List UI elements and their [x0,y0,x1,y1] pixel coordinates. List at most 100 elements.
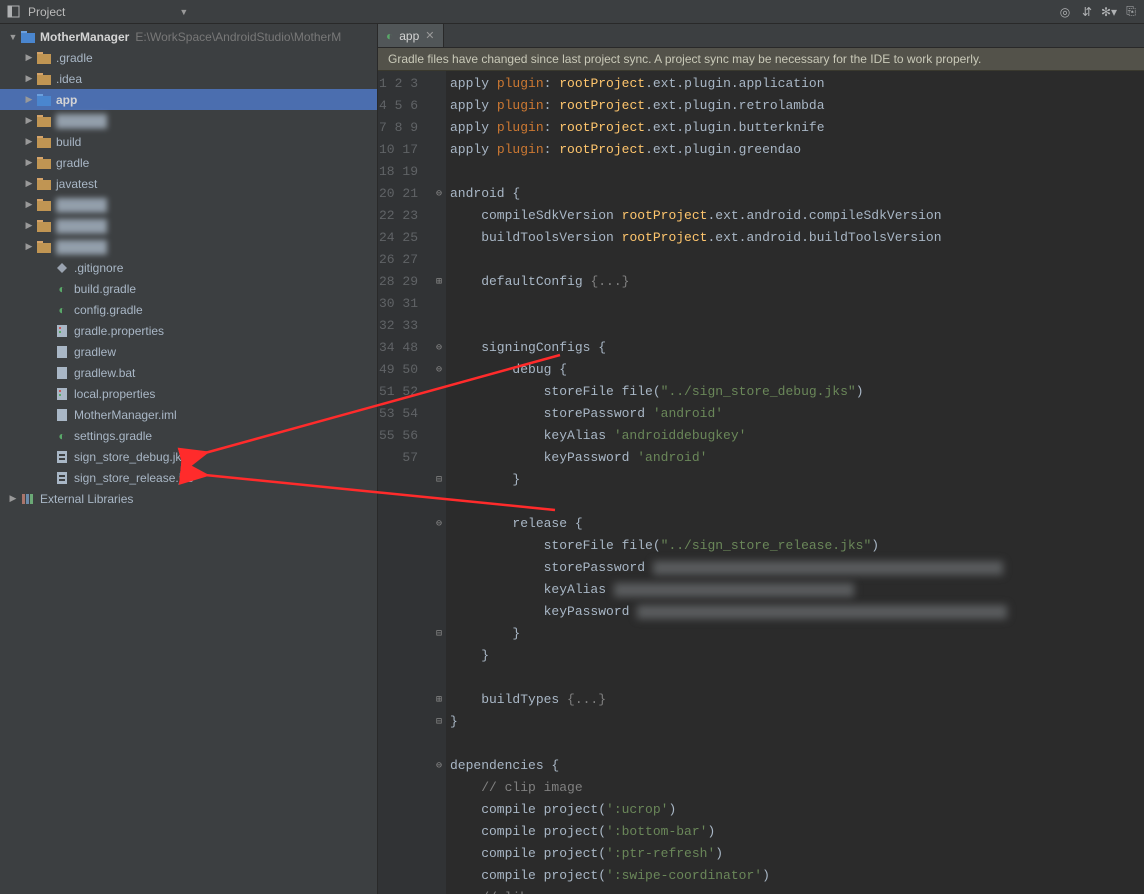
tree-item-label: gradle.properties [74,324,164,338]
tree-item-build.gradle[interactable]: ◐ build.gradle [0,278,377,299]
line-number-gutter: 1 2 3 4 5 6 7 8 9 10 17 18 19 20 21 22 2… [378,71,432,894]
chevron-right-icon[interactable]: ▶ [22,178,36,189]
tree-item-.gitignore[interactable]: .gitignore [0,257,377,278]
tree-item-blurred1[interactable]: ▶ ██████ [0,110,377,131]
tree-item-local.properties[interactable]: local.properties [0,383,377,404]
folder-icon [36,155,52,171]
tree-item-label: local.properties [74,387,155,401]
git-file-icon [54,260,70,276]
tab-app[interactable]: ◐ app ✕ [378,24,444,47]
tree-item-label: ██████ [56,114,107,128]
chevron-right-icon[interactable]: ▶ [22,136,36,147]
project-tree-panel: ▼ MotherManager E:\WorkSpace\AndroidStud… [0,24,378,894]
tree-item-label: app [56,93,77,107]
chevron-down-icon[interactable]: ▼ [179,7,188,17]
folder-icon [36,113,52,129]
folder-icon [36,239,52,255]
folder-icon [36,92,52,108]
jks-file-icon [54,470,70,486]
tree-item-javatest[interactable]: ▶ javatest [0,173,377,194]
tree-item-gradlew[interactable]: gradlew [0,341,377,362]
project-icon [20,29,36,45]
tree-item-sign_store_release.jks[interactable]: sign_store_release.jks [0,467,377,488]
external-libraries-label: External Libraries [40,492,133,506]
project-tree[interactable]: ▼ MotherManager E:\WorkSpace\AndroidStud… [0,24,377,509]
chevron-right-icon[interactable]: ▶ [22,52,36,63]
code-area: 1 2 3 4 5 6 7 8 9 10 17 18 19 20 21 22 2… [378,71,1144,894]
jks-file-icon [54,449,70,465]
chevron-right-icon[interactable]: ▶ [22,199,36,210]
tree-item-sign_store_debug.jks[interactable]: sign_store_debug.jks [0,446,377,467]
tree-item-label: config.gradle [74,303,143,317]
tree-item-label: gradlew [74,345,116,359]
tree-item-label: ██████ [56,219,107,233]
tree-item-label: sign_store_debug.jks [74,450,187,464]
chevron-down-icon[interactable]: ▼ [6,32,20,42]
project-toolbar: Project ▼ ◎ ⇵ ✻▾ ⎘ [0,0,1144,24]
editor-panel: ◐ app ✕ Gradle files have changed since … [378,24,1144,894]
project-view-label[interactable]: Project [28,5,65,19]
file-icon [54,344,70,360]
tree-item-label: .gradle [56,51,93,65]
tree-item-.gradle[interactable]: ▶ .gradle [0,47,377,68]
chevron-right-icon[interactable]: ▶ [22,94,36,105]
gradle-icon: ◐ [54,281,70,297]
tab-label: app [399,29,419,43]
code-content[interactable]: apply plugin: rootProject.ext.plugin.app… [446,71,1144,894]
locate-icon[interactable]: ◎ [1058,5,1072,19]
folder-icon [36,50,52,66]
tree-item-label: build.gradle [74,282,136,296]
tree-item-gradlew.bat[interactable]: gradlew.bat [0,362,377,383]
folder-icon [36,134,52,150]
fold-gutter[interactable]: ⊖⊞⊖⊖⊟⊖⊟⊞⊟⊖ [432,71,446,894]
folder-icon [36,71,52,87]
tree-item-MotherManager.iml[interactable]: MotherManager.iml [0,404,377,425]
tree-item-label: gradle [56,156,89,170]
tree-item-settings.gradle[interactable]: ◐settings.gradle [0,425,377,446]
tree-item-label: sign_store_release.jks [74,471,193,485]
project-root[interactable]: ▼ MotherManager E:\WorkSpace\AndroidStud… [0,26,377,47]
chevron-right-icon[interactable]: ▶ [22,220,36,231]
tree-item-build[interactable]: ▶ build [0,131,377,152]
close-icon[interactable]: ✕ [425,29,434,42]
chevron-right-icon[interactable]: ▶ [22,157,36,168]
folder-icon [36,218,52,234]
tree-item-label: ██████ [56,198,107,212]
external-libraries-icon [20,491,36,507]
tree-item-config.gradle[interactable]: ◐ config.gradle [0,299,377,320]
tree-item-blurred3[interactable]: ▶ ██████ [0,215,377,236]
tree-item-app[interactable]: ▶ app [0,89,377,110]
tree-item-.idea[interactable]: ▶ .idea [0,68,377,89]
tree-item-label: .gitignore [74,261,123,275]
tree-item-label: MotherManager.iml [74,408,177,422]
chevron-right-icon[interactable]: ▶ [22,115,36,126]
project-view-icon[interactable] [6,5,20,19]
folder-icon [36,176,52,192]
tree-item-gradle.properties[interactable]: gradle.properties [0,320,377,341]
tree-item-blurred4[interactable]: ▶ ██████ [0,236,377,257]
file-icon [54,365,70,381]
gradle-icon: ◐ [54,302,70,318]
folder-icon [36,197,52,213]
tree-item-blurred2[interactable]: ▶ ██████ [0,194,377,215]
collapse-all-icon[interactable]: ⇵ [1080,5,1094,19]
gradle-icon: ◐ [386,29,393,43]
external-libraries[interactable]: ▶ External Libraries [0,488,377,509]
file-icon [54,407,70,423]
properties-file-icon [54,386,70,402]
tree-item-label: build [56,135,81,149]
tree-item-gradle[interactable]: ▶ gradle [0,152,377,173]
tree-item-label: javatest [56,177,97,191]
properties-file-icon [54,323,70,339]
hide-icon[interactable]: ⎘ [1124,5,1138,19]
chevron-right-icon[interactable]: ▶ [22,73,36,84]
tree-item-label: gradlew.bat [74,366,135,380]
tree-item-label: settings.gradle [74,429,152,443]
chevron-right-icon[interactable]: ▶ [6,493,20,504]
editor-tabs: ◐ app ✕ [378,24,1144,48]
gradle-sync-banner[interactable]: Gradle files have changed since last pro… [378,48,1144,71]
tree-item-label: .idea [56,72,82,86]
tree-item-label: ██████ [56,240,107,254]
gear-icon[interactable]: ✻▾ [1102,5,1116,19]
chevron-right-icon[interactable]: ▶ [22,241,36,252]
